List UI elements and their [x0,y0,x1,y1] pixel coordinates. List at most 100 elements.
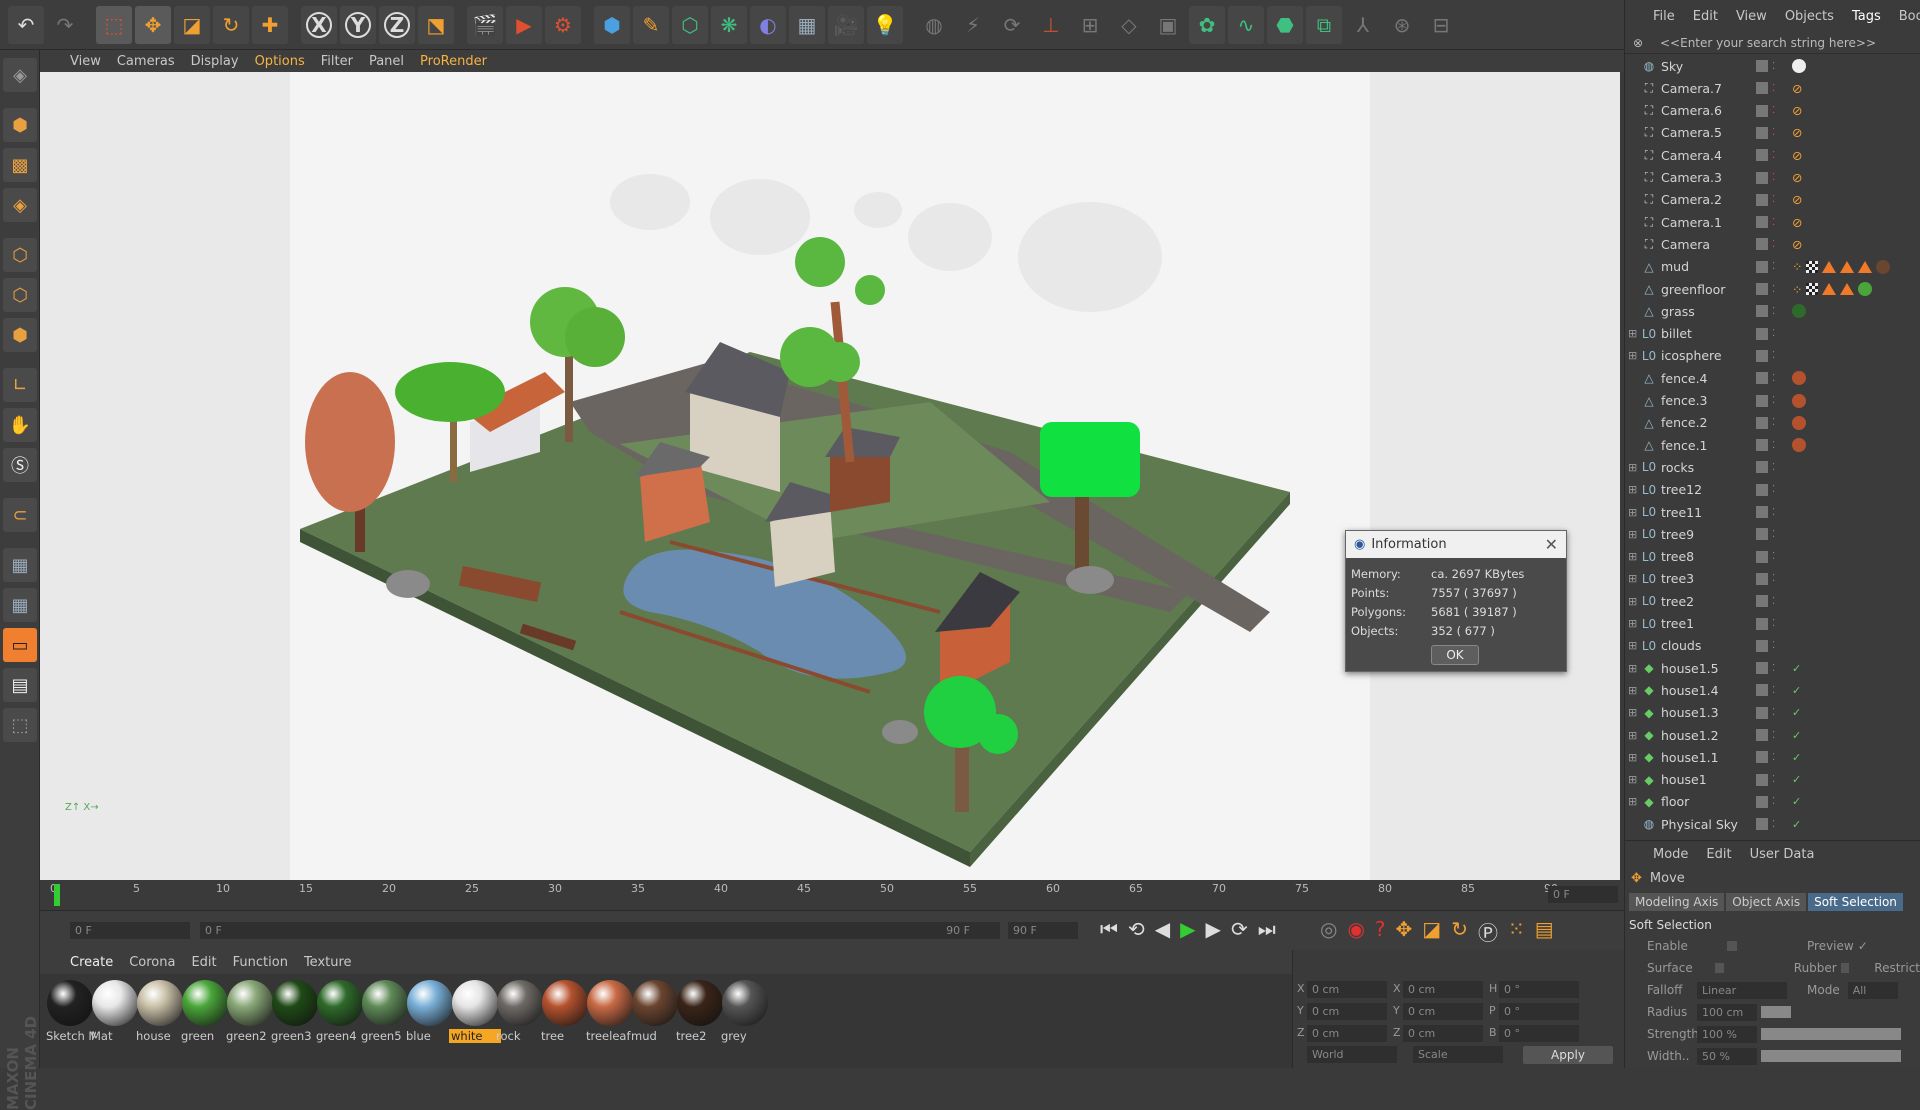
material-preview[interactable] [452,980,498,1026]
expand-icon[interactable]: ⊞ [1628,729,1640,742]
prev-frame-icon[interactable]: ◀ [1155,917,1170,941]
visibility-dots-icon[interactable]: ⁚ [1772,730,1782,741]
object-row[interactable]: ⊞ L0 tree11 ⁚ [1625,501,1920,523]
visibility-dots-icon[interactable]: ⁚ [1772,507,1782,518]
object-name[interactable]: Camera.3 [1658,170,1756,185]
coord-mode-select[interactable]: World [1307,1046,1397,1063]
menu-tags[interactable]: Tags [1852,9,1881,24]
width-slider[interactable] [1761,1050,1901,1062]
object-name[interactable]: Camera.2 [1658,192,1756,207]
enable-checkbox[interactable] [1727,941,1737,951]
start-frame-field[interactable]: 0 F [70,922,190,939]
cube-icon[interactable]: ⬢ [594,5,630,44]
floor-icon[interactable]: ▦ [789,5,825,44]
phong-tag-icon[interactable]: ⁘ [1792,259,1802,274]
material-preview[interactable] [92,980,138,1026]
object-name[interactable]: house1.5 [1658,661,1756,676]
apply-button[interactable]: Apply [1523,1046,1613,1064]
key-param-icon[interactable]: Ⓟ [1478,917,1498,946]
protection-tag-icon[interactable]: ⊘ [1792,148,1802,163]
object-row[interactable]: ⊞ ◆ house1 ⁚ ✓ [1625,769,1920,791]
object-row[interactable]: ⊞ ◆ house1.1 ⁚ ✓ [1625,746,1920,768]
object-name[interactable]: fence.3 [1658,393,1756,408]
menu-edit[interactable]: Edit [1693,9,1718,24]
redo-icon[interactable]: ↷ [47,5,83,44]
object-name[interactable]: Physical Sky [1658,817,1756,832]
object-row[interactable]: ⊞ L0 tree1 ⁚ [1625,613,1920,635]
render-picture-queue-icon[interactable]: ▶ [506,5,542,44]
layer-icon[interactable] [1756,349,1768,362]
object-name[interactable]: house1.2 [1658,728,1756,743]
material-preview[interactable] [497,980,543,1026]
expand-icon[interactable]: ⊞ [1628,639,1640,652]
object-name[interactable]: tree1 [1658,616,1756,631]
visibility-dots-icon[interactable]: ⁚ [1772,105,1782,116]
material-preview[interactable] [182,980,228,1026]
material-name[interactable]: grey [719,1029,771,1043]
nurbs-icon[interactable]: ⧉ [1306,5,1342,44]
selection-tag-icon[interactable] [1822,283,1837,295]
preview-checkbox[interactable]: ✓ [1858,939,1868,953]
key-position-icon[interactable]: ✥ [1396,917,1413,946]
expand-icon[interactable]: ⊞ [1628,662,1640,675]
menu-bookmarks[interactable]: Bookmarks [1899,9,1920,24]
y-axis-icon[interactable]: Y [340,5,376,44]
playhead[interactable] [54,884,60,906]
model-mode-icon[interactable]: ◇ [1111,5,1147,44]
protection-tag-icon[interactable]: ⊘ [1792,170,1802,185]
end-frame-field[interactable]: 90 F [1008,922,1078,939]
menu-edit[interactable]: Edit [1706,847,1731,862]
visibility-dots-icon[interactable]: ⁚ [1772,819,1782,830]
material-preview[interactable] [227,980,273,1026]
width-field[interactable]: 50 % [1697,1047,1757,1065]
layer-icon[interactable] [1756,305,1768,318]
object-name[interactable]: rocks [1658,460,1756,475]
subdivision-icon[interactable]: ⬡ [672,5,708,44]
object-row[interactable]: ⊞ L0 tree3 ⁚ [1625,568,1920,590]
visibility-dots-icon[interactable]: ⁚ [1772,796,1782,807]
enabled-check-icon[interactable]: ✓ [1792,773,1801,786]
snap-icon[interactable]: ⚡ [955,5,991,44]
visibility-dots-icon[interactable]: ⁚ [1772,395,1782,406]
enabled-check-icon[interactable]: ✓ [1792,684,1801,697]
spline-icon[interactable]: ∿ [1228,5,1264,44]
material-tag-icon[interactable] [1858,282,1873,296]
object-row[interactable]: ⛶ Camera.3 ⁚ ⊘ [1625,167,1920,189]
visibility-dots-icon[interactable]: ⁚ [1772,417,1782,428]
expand-icon[interactable]: ⊞ [1628,461,1640,474]
ok-button[interactable]: OK [1431,645,1479,665]
expand-icon[interactable]: ⊞ [1628,751,1640,764]
magnet-icon[interactable]: ⊂ [3,498,37,532]
protection-tag-icon[interactable]: ⊘ [1792,237,1802,252]
object-name[interactable]: icosphere [1658,348,1756,363]
object-name[interactable]: tree3 [1658,571,1756,586]
menu-function[interactable]: Function [233,955,288,970]
move-icon[interactable]: ✥ [135,5,171,44]
material-preview[interactable] [272,980,318,1026]
viewport-solo-icon[interactable]: ⬚ [3,708,37,742]
search-bar[interactable]: ⊗ <<Enter your search string here>> [1625,32,1920,54]
expand-icon[interactable]: ⊞ [1628,617,1640,630]
material-tag-icon[interactable] [1792,415,1806,430]
menu-panel[interactable]: Panel [369,54,404,69]
layer-icon[interactable] [1756,572,1768,585]
menu-create[interactable]: Create [70,955,113,970]
next-key-icon[interactable]: ⟳ [1231,917,1248,941]
visibility-dots-icon[interactable]: ⁚ [1772,150,1782,161]
expand-icon[interactable]: ⊞ [1628,773,1640,786]
coord-field[interactable]: 0 cm [1307,1025,1387,1042]
object-name[interactable]: Camera.7 [1658,81,1756,96]
workplane-icon[interactable]: ⟳ [994,5,1030,44]
selection-tag-icon[interactable] [1858,260,1873,273]
z-axis-icon[interactable]: Z [379,5,415,44]
object-name[interactable]: clouds [1658,638,1756,653]
expand-icon[interactable]: ⊞ [1628,506,1640,519]
layer-icon[interactable] [1756,795,1768,808]
material-tag-icon[interactable] [1876,259,1891,274]
object-name[interactable]: greenfloor [1658,282,1756,297]
protection-tag-icon[interactable]: ⊘ [1792,192,1802,207]
enabled-check-icon[interactable]: ✓ [1792,729,1801,742]
expand-icon[interactable]: ⊞ [1628,483,1640,496]
edges-mode-icon[interactable]: ⬡ [3,278,37,312]
render-region-icon[interactable]: ▭ [3,628,37,662]
